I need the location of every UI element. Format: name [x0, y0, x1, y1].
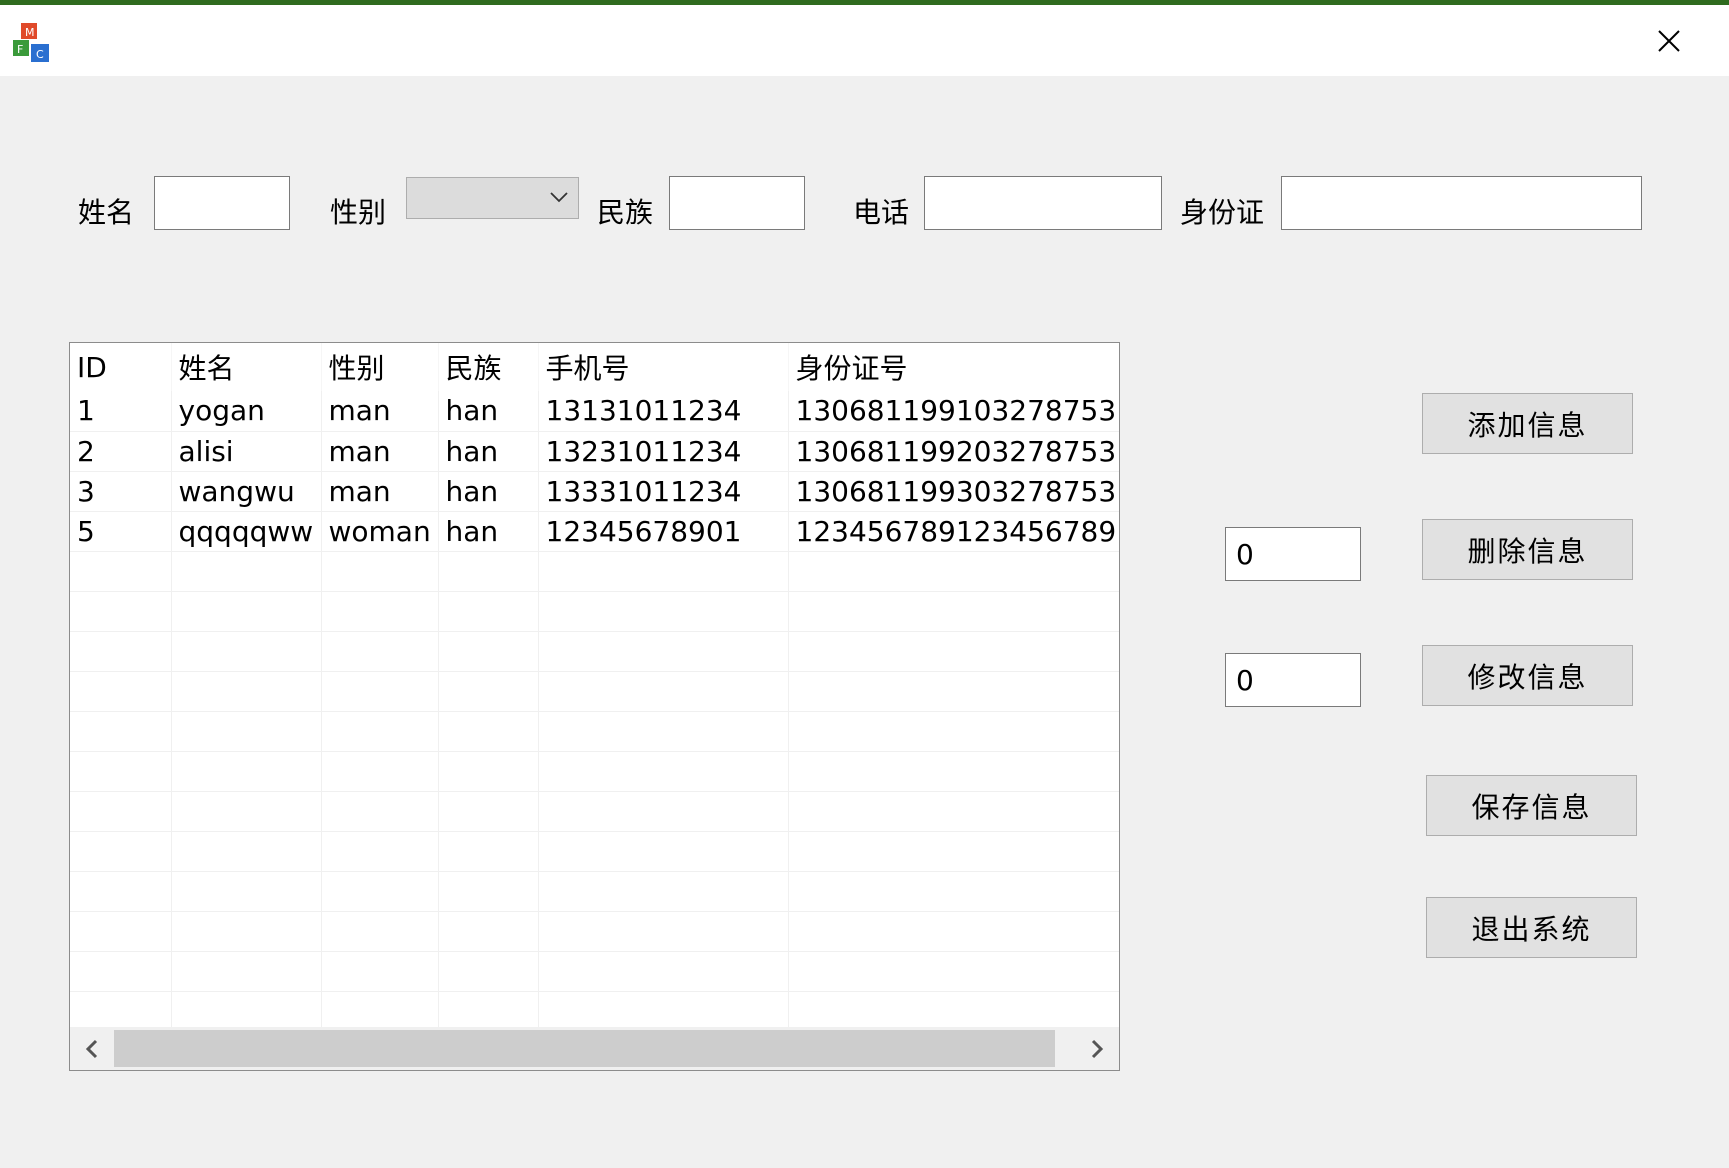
empty-row — [70, 831, 1119, 872]
scroll-left-button[interactable] — [70, 1027, 114, 1070]
column-header[interactable]: 民族 — [438, 343, 539, 391]
table-cell: han — [438, 431, 539, 472]
horizontal-scrollbar[interactable] — [70, 1027, 1119, 1070]
table-cell: 2 — [70, 431, 172, 472]
empty-row — [70, 631, 1119, 672]
table-cell: 130681199203278753 — [788, 431, 1119, 472]
svg-text:C: C — [36, 48, 44, 61]
scrollbar-thumb[interactable] — [114, 1030, 1055, 1067]
empty-row — [70, 991, 1119, 1032]
scroll-right-button[interactable] — [1075, 1027, 1119, 1070]
name-field[interactable] — [154, 176, 290, 230]
chevron-right-icon — [1091, 1039, 1104, 1058]
table-header-row: ID 姓名 性别 民族 手机号 身份证号 — [70, 343, 1119, 391]
column-header[interactable]: ID — [70, 343, 172, 391]
phone-label: 电话 — [853, 196, 910, 229]
delete-index-input[interactable] — [1226, 528, 1360, 580]
table-cell: han — [438, 511, 539, 552]
table-cell: woman — [321, 511, 439, 552]
column-header[interactable]: 性别 — [321, 343, 439, 391]
table-cell: 1 — [70, 391, 172, 432]
gender-label: 性别 — [330, 196, 387, 229]
table-cell: han — [438, 391, 539, 432]
svg-text:M: M — [25, 26, 35, 39]
title-bar: M F C — [0, 5, 1729, 76]
close-icon — [1658, 29, 1680, 52]
phone-input[interactable] — [925, 177, 1161, 229]
main-window: M F C 姓名 性别 民族 电话 身份证 ID 姓名 性别 民族 手机号 身份… — [0, 0, 1729, 1168]
delete-index-field[interactable] — [1225, 527, 1361, 581]
chevron-left-icon — [85, 1039, 98, 1058]
table-row[interactable]: 1 yogan man han 13131011234 130681199103… — [70, 391, 1119, 432]
table-row[interactable]: 3 wangwu man han 13331011234 13068119930… — [70, 471, 1119, 512]
table-cell: qqqqqww — [171, 511, 322, 552]
table-cell: 5 — [70, 511, 172, 552]
chevron-down-icon — [550, 192, 568, 203]
empty-row — [70, 871, 1119, 912]
empty-row — [70, 751, 1119, 792]
table-cell: 13331011234 — [538, 471, 789, 512]
table-cell: 123456789123456789 — [788, 511, 1119, 552]
table-cell: 130681199303278753 — [788, 471, 1119, 512]
table-row[interactable]: 2 alisi man han 13231011234 130681199203… — [70, 431, 1119, 472]
gender-dropdown[interactable] — [406, 177, 579, 219]
add-info-button[interactable]: 添加信息 — [1422, 393, 1633, 454]
empty-row — [70, 551, 1119, 592]
ethnicity-input[interactable] — [670, 177, 804, 229]
table-cell: 13131011234 — [538, 391, 789, 432]
id-card-input[interactable] — [1282, 177, 1641, 229]
empty-row — [70, 791, 1119, 832]
ethnicity-field[interactable] — [669, 176, 805, 230]
table-cell: man — [321, 391, 439, 432]
table-cell: alisi — [171, 431, 322, 472]
table-cell: wangwu — [171, 471, 322, 512]
student-table: ID 姓名 性别 民族 手机号 身份证号 1 yogan man han 131… — [70, 343, 1119, 1032]
table-cell: 12345678901 — [538, 511, 789, 552]
student-list[interactable]: ID 姓名 性别 民族 手机号 身份证号 1 yogan man han 131… — [69, 342, 1120, 1071]
empty-row — [70, 711, 1119, 752]
table-cell: 130681199103278753 — [788, 391, 1119, 432]
empty-row — [70, 671, 1119, 712]
save-info-button[interactable]: 保存信息 — [1426, 775, 1637, 836]
table-cell: han — [438, 471, 539, 512]
modify-index-field[interactable] — [1225, 653, 1361, 707]
name-label: 姓名 — [78, 196, 135, 229]
table-cell: man — [321, 431, 439, 472]
modify-index-input[interactable] — [1226, 654, 1360, 706]
table-cell: 13231011234 — [538, 431, 789, 472]
table-row[interactable]: 5 qqqqqww woman han 12345678901 12345678… — [70, 511, 1119, 552]
column-header[interactable]: 身份证号 — [788, 343, 1119, 391]
modify-info-button[interactable]: 修改信息 — [1422, 645, 1633, 706]
ethnicity-label: 民族 — [597, 196, 654, 229]
close-button[interactable] — [1609, 5, 1729, 76]
exit-system-button[interactable]: 退出系统 — [1426, 897, 1637, 958]
column-header[interactable]: 手机号 — [538, 343, 789, 391]
empty-row — [70, 591, 1119, 632]
id-card-label: 身份证 — [1180, 196, 1265, 229]
empty-row — [70, 911, 1119, 952]
table-cell: yogan — [171, 391, 322, 432]
mfc-app-icon: M F C — [13, 23, 49, 62]
name-input[interactable] — [155, 177, 289, 229]
phone-field[interactable] — [924, 176, 1162, 230]
empty-row — [70, 951, 1119, 992]
id-card-field[interactable] — [1281, 176, 1642, 230]
column-header[interactable]: 姓名 — [171, 343, 322, 391]
svg-text:F: F — [17, 43, 23, 56]
table-cell: man — [321, 471, 439, 512]
table-cell: 3 — [70, 471, 172, 512]
delete-info-button[interactable]: 删除信息 — [1422, 519, 1633, 580]
